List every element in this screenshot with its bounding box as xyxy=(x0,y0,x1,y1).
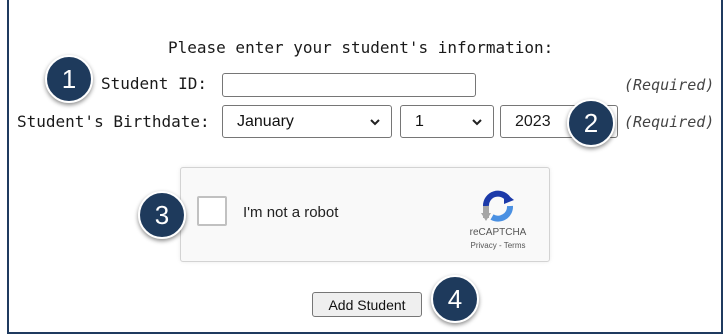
student-id-input[interactable] xyxy=(222,73,476,97)
callout-badge-1: 1 xyxy=(45,55,93,103)
birth-month-select[interactable]: January xyxy=(222,105,392,138)
chevron-down-icon xyxy=(370,119,380,126)
form-instruction: Please enter your student's information: xyxy=(168,38,554,57)
recaptcha-privacy-link[interactable]: Privacy xyxy=(471,241,497,250)
birth-year-value: 2023 xyxy=(515,112,551,130)
callout-badge-4: 4 xyxy=(431,275,479,323)
recaptcha-brand: reCAPTCHA xyxy=(469,227,527,238)
callout-badge-2: 2 xyxy=(567,99,615,147)
callout-badge-3: 3 xyxy=(138,191,186,239)
recaptcha-widget: I'm not a robot reCAPTCHA Privacy - Term… xyxy=(180,167,550,262)
recaptcha-links: Privacy - Terms xyxy=(443,241,553,250)
recaptcha-logo-icon xyxy=(481,190,514,222)
birth-month-value: January xyxy=(237,112,294,130)
birth-day-value: 1 xyxy=(415,112,424,130)
birthdate-required-note: (Required) xyxy=(624,113,715,131)
recaptcha-label: I'm not a robot xyxy=(243,204,339,221)
birthdate-label: Student's Birthdate: xyxy=(17,112,210,131)
recaptcha-terms-link[interactable]: Terms xyxy=(504,241,526,250)
recaptcha-checkbox[interactable] xyxy=(197,196,227,226)
chevron-down-icon xyxy=(472,119,482,126)
student-id-label: Student ID: xyxy=(101,74,207,93)
birth-day-select[interactable]: 1 xyxy=(400,105,494,138)
add-student-button[interactable]: Add Student xyxy=(312,292,422,317)
student-id-required-note: (Required) xyxy=(624,76,715,94)
recaptcha-links-separator: - xyxy=(496,241,504,250)
